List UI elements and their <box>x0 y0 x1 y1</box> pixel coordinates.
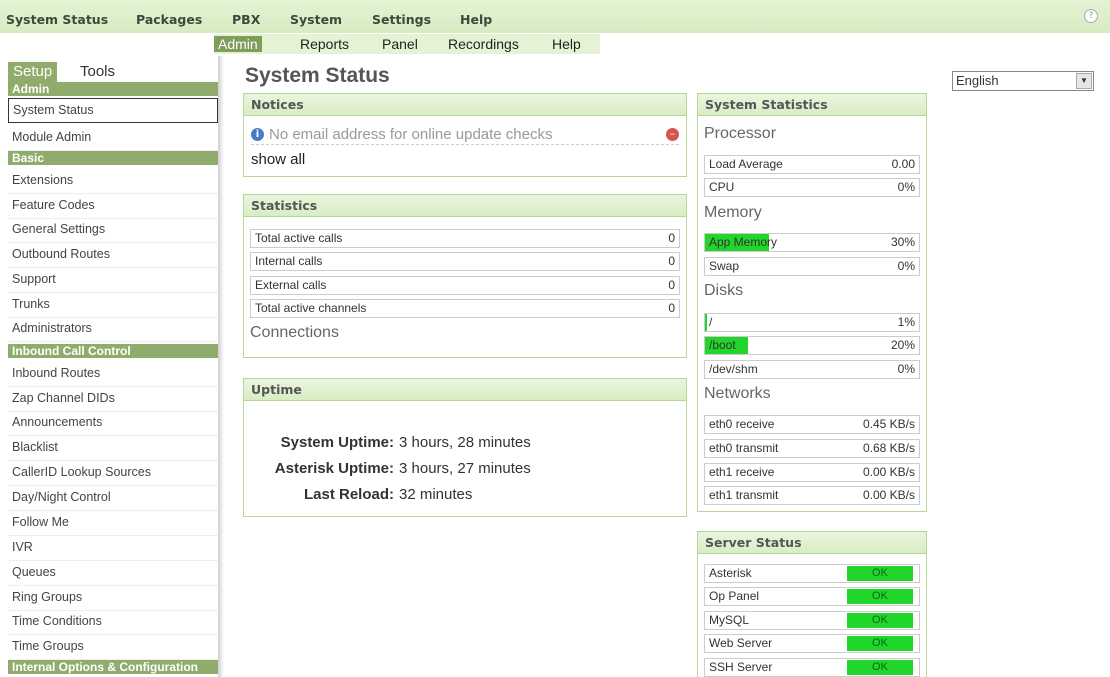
swap-row: Swap 0% <box>704 257 920 276</box>
system-uptime-value: 3 hours, 28 minutes <box>399 434 531 451</box>
server-row-asterisk: Asterisk OK <box>704 564 920 583</box>
subnav-admin[interactable]: Admin <box>214 36 262 52</box>
dropdown-arrow-icon[interactable]: ▼ <box>1076 73 1092 89</box>
server-row-mysql: MySQL OK <box>704 611 920 630</box>
app-memory-row: App Memory 30% <box>704 233 920 252</box>
language-select[interactable]: English ▼ <box>952 71 1094 91</box>
sidebar-section-inbound-call-control: Inbound Call Control <box>8 344 218 358</box>
system-uptime-label: System Uptime: <box>280 434 394 451</box>
statistics-panel: Statistics Total active calls 0 Internal … <box>243 194 687 358</box>
status-ok-badge: OK <box>847 613 913 628</box>
server-status-title: Server Status <box>698 532 926 554</box>
top-menu-system[interactable]: System <box>290 12 342 27</box>
sidebar-item-outbound-routes[interactable]: Outbound Routes <box>8 243 218 268</box>
connections-heading: Connections <box>250 324 339 341</box>
sidebar-item-time-conditions[interactable]: Time Conditions <box>8 610 218 635</box>
asterisk-uptime-label: Asterisk Uptime: <box>274 460 394 477</box>
subnav-recordings[interactable]: Recordings <box>448 36 519 52</box>
server-row-op-panel: Op Panel OK <box>704 587 920 606</box>
notice-message: No email address for online update check… <box>269 126 553 143</box>
sidebar-item-callerid-lookup-sources[interactable]: CallerID Lookup Sources <box>8 461 218 486</box>
status-ok-badge: OK <box>847 589 913 604</box>
disk-root-row: /1% <box>704 313 920 332</box>
top-menu-pbx[interactable]: PBX <box>232 12 260 27</box>
notices-panel: Notices i No email address for online up… <box>243 93 687 177</box>
subnav-panel[interactable]: Panel <box>382 36 418 52</box>
delete-notice-icon[interactable]: – <box>666 128 679 141</box>
server-row-web-server: Web Server OK <box>704 634 920 653</box>
processor-heading: Processor <box>704 125 777 142</box>
language-selected-value: English <box>956 73 999 88</box>
server-status-panel: Server Status Asterisk OK Op Panel OK MySQ… <box>697 531 927 677</box>
stat-row-total-active-channels: Total active channels 0 <box>250 299 680 318</box>
sidebar-item-extensions[interactable]: Extensions <box>8 169 218 194</box>
sidebar-item-system-status[interactable]: System Status <box>8 98 218 123</box>
top-menu-settings[interactable]: Settings <box>372 12 431 27</box>
sidebar-shadow <box>218 56 224 677</box>
top-menu-system-status[interactable]: System Status <box>6 12 108 27</box>
sidebar: Setup Tools Admin System Status Module A… <box>8 62 218 677</box>
networks-heading: Networks <box>704 385 771 402</box>
info-icon: i <box>251 128 264 141</box>
sidebar-item-time-groups[interactable]: Time Groups <box>8 635 218 660</box>
sidebar-item-blacklist[interactable]: Blacklist <box>8 436 218 461</box>
subnav-reports[interactable]: Reports <box>300 36 349 52</box>
server-row-ssh-server: SSH Server OK <box>704 658 920 677</box>
sidebar-item-follow-me[interactable]: Follow Me <box>8 511 218 536</box>
stat-row-internal-calls: Internal calls 0 <box>250 252 680 271</box>
last-reload-value: 32 minutes <box>399 486 473 503</box>
system-statistics-panel: System Statistics Processor Load Average… <box>697 93 927 512</box>
last-reload-label: Last Reload: <box>303 486 394 503</box>
status-ok-badge: OK <box>847 636 913 651</box>
sidebar-item-inbound-routes[interactable]: Inbound Routes <box>8 362 218 387</box>
eth1-transmit-row: eth1 transmit 0.00 KB/s <box>704 486 920 505</box>
sidebar-item-ivr[interactable]: IVR <box>8 536 218 561</box>
stat-row-external-calls: External calls 0 <box>250 276 680 295</box>
sidebar-item-ring-groups[interactable]: Ring Groups <box>8 586 218 611</box>
cpu-row: CPU 0% <box>704 178 920 197</box>
statistics-title: Statistics <box>244 195 686 217</box>
sidebar-item-announcements[interactable]: Announcements <box>8 411 218 436</box>
status-ok-badge: OK <box>847 566 913 581</box>
stat-row-total-active-calls: Total active calls 0 <box>250 229 680 248</box>
tab-setup[interactable]: Setup <box>8 62 58 82</box>
load-average-row: Load Average 0.00 <box>704 155 920 174</box>
top-menu-bar: System Status Packages PBX System Settin… <box>0 0 1110 33</box>
show-all-link[interactable]: show all <box>251 151 305 168</box>
uptime-panel: Uptime System Uptime: 3 hours, 28 minute… <box>243 378 687 517</box>
sidebar-item-zap-channel-dids[interactable]: Zap Channel DIDs <box>8 387 218 412</box>
top-menu-packages[interactable]: Packages <box>136 12 202 27</box>
top-menu-help[interactable]: Help <box>460 12 492 27</box>
page-title: System Status <box>245 64 390 87</box>
sidebar-item-trunks[interactable]: Trunks <box>8 293 218 318</box>
disks-heading: Disks <box>704 282 744 299</box>
tab-tools[interactable]: Tools <box>75 62 121 82</box>
eth0-transmit-row: eth0 transmit 0.68 KB/s <box>704 439 920 458</box>
sidebar-item-day-night-control[interactable]: Day/Night Control <box>8 486 218 511</box>
subnav-help[interactable]: Help <box>552 36 581 52</box>
status-ok-badge: OK <box>847 660 913 675</box>
asterisk-uptime-value: 3 hours, 27 minutes <box>399 460 531 477</box>
help-icon[interactable]: ? <box>1084 9 1098 23</box>
memory-heading: Memory <box>704 204 762 221</box>
sidebar-item-queues[interactable]: Queues <box>8 561 218 586</box>
sidebar-item-support[interactable]: Support <box>8 268 218 293</box>
notices-title: Notices <box>244 94 686 116</box>
sidebar-item-general-settings[interactable]: General Settings <box>8 218 218 243</box>
notice-row: i No email address for online update che… <box>251 126 679 145</box>
eth0-receive-row: eth0 receive 0.45 KB/s <box>704 415 920 434</box>
eth1-receive-row: eth1 receive 0.00 KB/s <box>704 463 920 482</box>
sidebar-item-administrators[interactable]: Administrators <box>8 317 218 342</box>
usage-bar <box>705 314 708 331</box>
uptime-title: Uptime <box>244 379 686 401</box>
sidebar-section-basic: Basic <box>8 151 218 165</box>
sidebar-section-admin: Admin <box>8 82 218 96</box>
sidebar-item-module-admin[interactable]: Module Admin <box>8 126 218 151</box>
sidebar-section-internal-options: Internal Options & Configuration <box>8 660 218 674</box>
disk-devshm-row: /dev/shm 0% <box>704 360 920 379</box>
system-statistics-title: System Statistics <box>698 94 926 116</box>
disk-boot-row: /boot 20% <box>704 336 920 355</box>
sidebar-item-feature-codes[interactable]: Feature Codes <box>8 194 218 219</box>
sub-navigation: Admin Reports Panel Recordings Help <box>214 34 600 54</box>
